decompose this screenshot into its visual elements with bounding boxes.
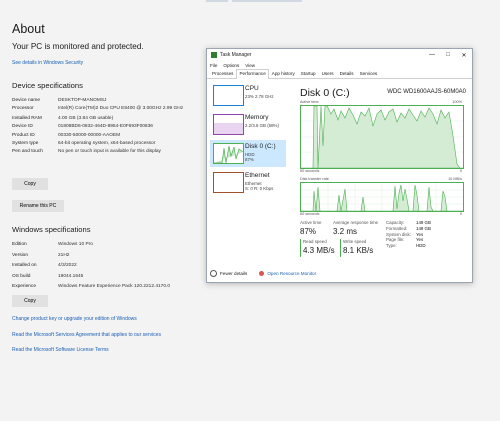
spec-row-ram: Installed RAM 4.00 GB (3.84 GB usable)	[12, 116, 114, 122]
services-agreement-link[interactable]: Read the Microsoft Services Agreement th…	[12, 332, 161, 338]
spec-row-experience: Experience Windows Feature Experience Pac…	[12, 284, 170, 289]
spec-row-edition: Edition Windows 10 Pro	[12, 242, 93, 247]
product-key-link[interactable]: Change product key or upgrade your editi…	[12, 316, 137, 322]
transfer-rate-graph-max: 10 MB/s	[448, 177, 462, 181]
close-icon[interactable]: ✕	[456, 49, 472, 61]
sidebar-item-memory[interactable]: Memory 2.2/3.8 GB (58%)	[210, 111, 286, 138]
sidebar-item-label: Disk 0 (C:)	[245, 143, 276, 150]
spec-row-product-id: Product ID 00330-50000-00000-AAOEM	[12, 132, 121, 138]
property-type: Type: HDD	[386, 243, 426, 249]
active-time-graph-svg	[301, 105, 463, 169]
disk-thumbnail	[213, 143, 244, 164]
spec-row-pen-touch: Pen and touch No pen or touch input is av…	[12, 149, 161, 155]
transfer-rate-graph	[300, 182, 464, 212]
memory-thumbnail	[213, 114, 244, 135]
read-speed-value: 4.3 MB/s	[303, 246, 335, 255]
response-time-label: Average response time	[333, 220, 379, 225]
write-speed-label: Write speed	[343, 239, 367, 244]
sidebar-item-detail: S: 0 R: 0 Kbps	[245, 186, 274, 191]
tab-services[interactable]: Services	[357, 69, 381, 78]
rename-pc-button[interactable]: Rename this PC	[12, 200, 64, 212]
menu-bar: File Options View	[207, 61, 472, 69]
page-title: About	[12, 22, 45, 36]
memory-thumbnail-fill	[214, 122, 243, 134]
tab-startup[interactable]: Startup	[298, 69, 319, 78]
task-manager-footer: Fewer details Open Resource Monitor	[210, 270, 316, 277]
menu-file[interactable]: File	[210, 63, 217, 68]
tab-processes[interactable]: Processes	[209, 69, 236, 78]
sidebar-item-label: CPU	[245, 85, 259, 92]
active-time-graph	[300, 105, 464, 169]
disk-properties: Capacity: 149 GB Formatted: 149 GB System …	[386, 220, 431, 249]
transfer-rate-graph-svg	[301, 183, 463, 212]
protection-status: Your PC is monitored and protected.	[12, 42, 144, 51]
transfer-rate-zero: 0	[459, 212, 462, 216]
active-time-stat-label: Active time	[300, 220, 322, 225]
sidebar-item-ethernet[interactable]: Ethernet Ethernet S: 0 R: 0 Kbps	[210, 169, 286, 196]
spec-row-device-id: Device ID 01808BD6-0832-464D-8954-E0F693F…	[12, 124, 153, 130]
fewer-details-link[interactable]: Fewer details	[220, 271, 247, 276]
response-time-value: 3.2 ms	[333, 227, 358, 236]
device-specs-list: Device name DESKTOP-MANOMSJ Processor Inte…	[12, 97, 212, 156]
open-resource-monitor-link[interactable]: Open Resource Monitor	[267, 271, 316, 276]
license-terms-link[interactable]: Read the Microsoft Software License Term…	[12, 347, 109, 353]
sidebar-item-label: Memory	[245, 114, 269, 121]
spec-row-installed-on: Installed on 4/3/2022	[12, 263, 77, 268]
sidebar-item-label: Ethernet	[245, 172, 270, 179]
spec-row-device-name: Device name DESKTOP-MANOMSJ	[12, 98, 107, 103]
collapse-icon	[210, 270, 217, 277]
sidebar-item-cpu[interactable]: CPU 23% 2.78 GHz	[210, 82, 286, 109]
active-time-seconds: 60 seconds	[300, 169, 320, 173]
cpu-thumbnail	[213, 85, 244, 106]
top-scrollbar	[0, 0, 500, 2]
sidebar-item-detail: 87%	[245, 157, 254, 162]
task-manager-icon	[211, 52, 217, 58]
sidebar-item-detail: 2.2/3.8 GB (58%)	[245, 123, 279, 128]
transfer-rate-graph-label: Disk transfer rate	[300, 177, 329, 181]
windows-specs-list: Edition Windows 10 Pro Version 21H2 Instal…	[12, 240, 212, 293]
tab-users[interactable]: Users	[319, 69, 337, 78]
menu-view[interactable]: View	[245, 63, 255, 68]
window-title: Task Manager	[220, 52, 252, 58]
spec-row-system-type: System type 64-bit operating system, x64-…	[12, 140, 156, 146]
maximize-icon[interactable]: □	[440, 49, 456, 61]
write-speed-marker	[340, 239, 341, 257]
tab-details[interactable]: Details	[337, 69, 357, 78]
copy-device-specs-button[interactable]: Copy	[12, 178, 48, 190]
resource-monitor-icon	[259, 271, 265, 276]
device-specs-heading: Device specifications	[12, 81, 83, 90]
disk-title: Disk 0 (C:)	[300, 87, 350, 99]
active-time-graph-max: 100%	[452, 100, 462, 104]
tab-bar: Processes Performance App history Startu…	[207, 69, 472, 79]
active-time-graph-label: Active time	[300, 100, 319, 104]
windows-specs-heading: Windows specifications	[12, 225, 91, 234]
copy-windows-specs-button[interactable]: Copy	[12, 295, 48, 307]
performance-sidebar: CPU 23% 2.78 GHz Memory 2.2/3.8 GB (58%)…	[210, 82, 286, 198]
read-speed-marker	[300, 239, 301, 257]
spec-row-os-build: OS build 19044.1645	[12, 273, 84, 279]
disk-thumbnail-graph	[214, 145, 243, 163]
sidebar-item-detail: 23% 2.78 GHz	[245, 94, 274, 99]
task-manager-titlebar[interactable]: Task Manager — □ ✕	[207, 49, 472, 61]
write-speed-value: 8.1 KB/s	[343, 246, 374, 255]
menu-options[interactable]: Options	[223, 63, 239, 68]
read-speed-label: Read speed	[303, 239, 327, 244]
ethernet-thumbnail	[213, 172, 244, 193]
task-manager-window: Task Manager — □ ✕ File Options View Pro…	[206, 48, 473, 283]
spec-row-processor: Processor Intel(R) Core(TM)2 Duo CPU E840…	[12, 106, 184, 112]
minimize-icon[interactable]: —	[424, 49, 440, 61]
active-time-stat-value: 87%	[300, 227, 317, 236]
disk-model: WDC WD1600AAJS-60M0A0	[387, 89, 466, 95]
transfer-rate-seconds: 60 seconds	[300, 212, 320, 216]
tab-performance[interactable]: Performance	[236, 69, 269, 79]
spec-row-version: Version 21H2	[12, 252, 70, 258]
active-time-zero: 0	[459, 169, 462, 173]
security-link[interactable]: See details in Windows Security	[12, 60, 83, 66]
sidebar-item-disk[interactable]: Disk 0 (C:) HDD 87%	[210, 140, 286, 167]
tab-app-history[interactable]: App history	[269, 69, 298, 78]
